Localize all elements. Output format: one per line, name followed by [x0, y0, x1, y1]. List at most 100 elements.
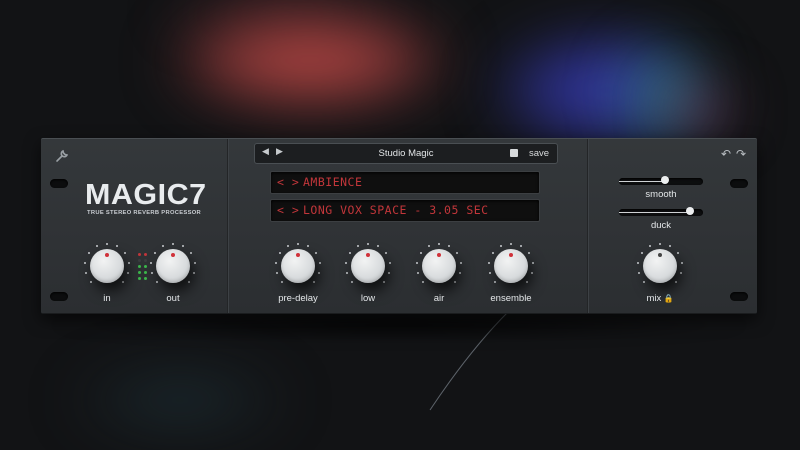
square-icon[interactable]	[510, 149, 518, 157]
category-value: AMBIENCE	[303, 175, 363, 189]
knob-label-text: out	[166, 293, 180, 304]
meter-led	[144, 271, 147, 274]
plugin-logo: MAGIC7	[85, 179, 207, 211]
program-value: LONG VOX SPACE - 3.05 SEC	[303, 203, 489, 217]
knob-tick	[680, 261, 683, 264]
lock-icon[interactable]: 🔒	[661, 294, 674, 303]
knob-tick	[90, 280, 93, 283]
low-knob[interactable]	[351, 249, 385, 283]
knob-tick	[674, 280, 677, 283]
ensemble-knob[interactable]	[494, 249, 528, 283]
knob-tick	[530, 271, 533, 274]
knob-tick	[367, 243, 369, 245]
knob-indicator	[296, 253, 300, 257]
save-button[interactable]: save	[529, 148, 549, 159]
knob-label-text: pre-delay	[278, 293, 318, 304]
knob-tick	[376, 245, 379, 248]
knob-tick	[459, 261, 462, 264]
duck-label: duck	[650, 220, 672, 231]
knob-tick	[156, 280, 159, 283]
knob-tick	[510, 243, 512, 245]
knob-tick	[500, 245, 502, 248]
smooth-label: smooth	[645, 189, 677, 200]
meter-led	[138, 277, 141, 280]
knob-tick	[279, 252, 282, 255]
knob-tick	[181, 245, 184, 248]
knob-tick	[317, 271, 320, 274]
knob-tick	[126, 271, 129, 274]
knob-tick	[172, 243, 174, 245]
knob-tick	[492, 252, 495, 255]
ensemble-knob-label: ensemble	[471, 293, 551, 304]
knob-tick	[85, 271, 88, 274]
meter-led	[144, 277, 147, 280]
air-knob-label: air	[399, 293, 479, 304]
in-knob[interactable]	[90, 249, 124, 283]
duck-slider-thumb[interactable]	[686, 207, 695, 215]
knob-tick	[458, 271, 461, 274]
knob-tick	[659, 243, 661, 245]
knob-tick	[314, 252, 317, 255]
pre-delay-knob-label: pre-delay	[258, 293, 338, 304]
knob-tick	[351, 280, 354, 283]
knob-tick	[192, 271, 195, 274]
category-nav-arrows[interactable]: < >	[277, 175, 299, 189]
knob-tick	[106, 243, 108, 245]
redo-icon[interactable]: ↷	[736, 147, 746, 161]
knob-label-text: mix	[646, 293, 662, 304]
section-divider	[587, 139, 588, 313]
rack-mount-slot	[730, 179, 748, 188]
knob-tick	[668, 245, 671, 248]
rack-mount-slot	[50, 179, 68, 188]
knob-label-text: air	[433, 293, 445, 304]
knob-tick	[438, 243, 440, 245]
program-nav-arrows[interactable]: < >	[277, 203, 299, 217]
mix-knob[interactable]	[643, 249, 677, 283]
section-divider	[227, 139, 228, 313]
knob-tick	[417, 271, 420, 274]
smooth-slider-thumb[interactable]	[661, 176, 670, 184]
out-knob[interactable]	[156, 249, 190, 283]
knob-tick	[489, 271, 492, 274]
pre-delay-knob[interactable]	[281, 249, 315, 283]
category-display[interactable]: < > AMBIENCE	[270, 171, 540, 194]
knob-tick	[637, 261, 640, 264]
knob-tick	[123, 252, 126, 255]
knob-tick	[387, 271, 390, 274]
knob-tick	[88, 252, 91, 255]
knob-tick	[428, 245, 430, 248]
knob-tick	[121, 280, 124, 283]
knob-tick	[84, 261, 87, 264]
duck-slider[interactable]	[619, 207, 703, 216]
smooth-slider[interactable]	[619, 176, 703, 185]
knob-indicator	[105, 253, 109, 257]
knob-tick	[189, 252, 192, 255]
program-display[interactable]: < > LONG VOX SPACE - 3.05 SEC	[270, 199, 540, 222]
preset-bar: ◀ ▶ Studio Magic save	[254, 143, 558, 164]
knob-tick	[420, 252, 423, 255]
undo-icon[interactable]: ↶	[721, 147, 731, 161]
knob-label-text: ensemble	[490, 293, 532, 304]
rack-shadow	[46, 310, 752, 340]
knob-indicator	[366, 253, 370, 257]
knob-tick	[641, 252, 644, 255]
meter-led	[144, 259, 147, 262]
knob-tick	[679, 271, 682, 274]
meter-led	[138, 253, 141, 256]
plugin-rack: MAGIC7 TRUE STEREO REVERB PROCESSOR ◀ ▶ …	[41, 138, 757, 314]
knob-tick	[287, 245, 289, 248]
knob-tick	[422, 280, 425, 283]
knob-tick	[416, 261, 419, 264]
level-meter	[136, 253, 152, 283]
knob-tick	[527, 252, 530, 255]
knob-tick	[384, 252, 387, 255]
wrench-icon[interactable]	[55, 149, 69, 163]
knob-label-text: in	[103, 293, 111, 304]
knob-tick	[115, 245, 118, 248]
knob-tick	[453, 280, 456, 283]
knob-tick	[388, 261, 391, 264]
air-knob[interactable]	[422, 249, 456, 283]
knob-indicator	[171, 253, 175, 257]
knob-tick	[281, 280, 284, 283]
knob-tick	[638, 271, 641, 274]
